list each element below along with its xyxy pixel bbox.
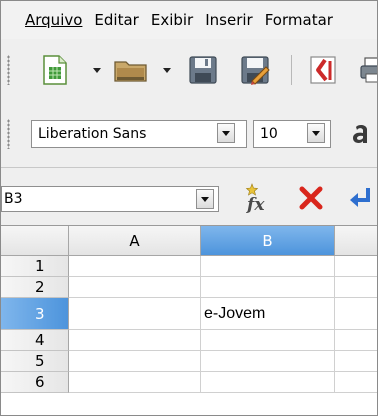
cell-c2[interactable] — [335, 277, 377, 298]
font-color-button[interactable] — [349, 118, 377, 150]
spreadsheet-grid: A B 1 2 3 e-Jovem 4 5 6 — [1, 225, 377, 415]
cell-c6[interactable] — [335, 372, 377, 393]
row-header-6[interactable]: 6 — [1, 372, 69, 393]
export-pdf-icon — [310, 56, 336, 84]
menu-formatar[interactable]: Formatar — [259, 11, 339, 29]
row-header-3-label: 3 — [35, 304, 45, 323]
column-header-b-label: B — [262, 231, 273, 250]
format-toolbar-grip-handle[interactable] — [7, 119, 10, 149]
font-size-value: 10 — [260, 126, 278, 142]
toolbar-separator — [291, 55, 292, 85]
cell-b5[interactable] — [201, 351, 335, 372]
cell-a1[interactable] — [69, 256, 201, 277]
row-header-4[interactable]: 4 — [1, 330, 69, 351]
menu-arquivo-label: Arquivo — [25, 11, 83, 29]
cell-b3[interactable]: e-Jovem — [201, 298, 335, 330]
row-header-2-label: 2 — [35, 278, 45, 296]
edit-file-button[interactable] — [239, 54, 271, 86]
name-box-dropdown-button[interactable] — [196, 189, 214, 209]
menu-formatar-label: Formatar — [264, 11, 333, 29]
menu-editar-label: Editar — [94, 11, 139, 29]
cell-b6[interactable] — [201, 372, 335, 393]
cell-a2[interactable] — [69, 277, 201, 298]
cell-c1[interactable] — [335, 256, 377, 277]
menu-bar: Arquivo Editar Exibir Inserir Formatar — [1, 1, 377, 39]
save-icon — [189, 56, 217, 84]
row-header-6-label: 6 — [35, 373, 45, 391]
column-header-b[interactable]: B — [201, 226, 335, 256]
export-pdf-button[interactable] — [307, 54, 339, 86]
row-header-5-label: 5 — [35, 352, 45, 370]
cell-a4[interactable] — [69, 330, 201, 351]
column-header-a-label: A — [129, 231, 140, 250]
cell-b4[interactable] — [201, 330, 335, 351]
font-name-dropdown-button[interactable] — [217, 123, 235, 143]
new-spreadsheet-icon — [43, 55, 67, 85]
row-header-3[interactable]: 3 — [1, 298, 69, 330]
font-color-icon — [353, 124, 367, 143]
print-button[interactable] — [357, 54, 377, 86]
menu-exibir-label: Exibir — [150, 11, 194, 29]
svg-text:fx: fx — [246, 195, 265, 214]
menu-inserir[interactable]: Inserir — [199, 11, 258, 29]
function-wizard-icon: fx — [245, 183, 265, 214]
select-all-corner[interactable] — [1, 226, 69, 256]
chevron-down-icon — [201, 196, 209, 202]
calc-window: Arquivo Editar Exibir Inserir Formatar L… — [0, 0, 378, 416]
cancel-button[interactable] — [295, 182, 327, 214]
cell-a3[interactable] — [69, 298, 201, 330]
cell-b3-value: e-Jovem — [204, 304, 266, 322]
menu-editar[interactable]: Editar — [88, 11, 144, 29]
font-name-value: Liberation Sans — [38, 126, 147, 142]
save-button[interactable] — [187, 54, 219, 86]
cell-b1[interactable] — [201, 256, 335, 277]
open-button[interactable] — [111, 54, 151, 86]
toolbar-grip-handle[interactable] — [7, 55, 10, 85]
open-dropdown-arrow[interactable] — [163, 68, 171, 73]
accept-icon — [350, 188, 370, 207]
cell-c3[interactable] — [335, 298, 377, 330]
cell-a6[interactable] — [69, 372, 201, 393]
row-header-5[interactable]: 5 — [1, 351, 69, 372]
function-wizard-button[interactable]: fx — [241, 182, 273, 214]
row-header-1[interactable]: 1 — [1, 256, 69, 277]
chevron-down-icon — [222, 130, 230, 136]
name-box-value: B3 — [4, 191, 23, 207]
print-icon — [360, 57, 377, 83]
cell-c4[interactable] — [335, 330, 377, 351]
accept-button[interactable] — [345, 182, 377, 214]
row-header-2[interactable]: 2 — [1, 277, 69, 298]
cancel-icon — [299, 186, 323, 210]
column-header-c[interactable] — [335, 226, 377, 256]
standard-toolbar — [1, 39, 377, 101]
menu-arquivo[interactable]: Arquivo — [1, 11, 88, 29]
formatting-toolbar: Liberation Sans 10 — [1, 101, 377, 167]
row-header-4-label: 4 — [35, 331, 45, 349]
cell-a5[interactable] — [69, 351, 201, 372]
name-box[interactable]: B3 — [1, 186, 219, 212]
column-header-a[interactable]: A — [69, 226, 201, 256]
font-size-dropdown-button[interactable] — [307, 123, 325, 143]
formula-bar: B3 fx — [1, 167, 377, 226]
row-header-1-label: 1 — [35, 257, 45, 275]
menu-exibir[interactable]: Exibir — [145, 11, 199, 29]
edit-file-icon — [241, 56, 270, 85]
chevron-down-icon — [312, 130, 320, 136]
new-spreadsheet-button[interactable] — [39, 54, 71, 86]
open-folder-icon — [114, 61, 147, 82]
menu-inserir-label: Inserir — [205, 11, 253, 29]
new-dropdown-arrow[interactable] — [93, 68, 101, 73]
cell-b2[interactable] — [201, 277, 335, 298]
cell-c5[interactable] — [335, 351, 377, 372]
font-name-combobox[interactable]: Liberation Sans — [31, 120, 247, 148]
